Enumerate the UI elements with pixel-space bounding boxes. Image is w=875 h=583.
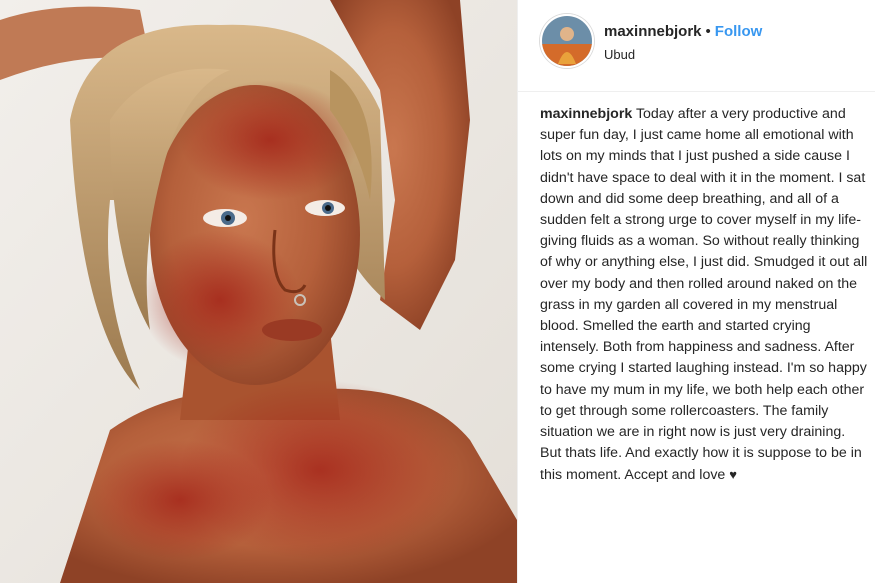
portrait-illustration	[0, 0, 517, 583]
location-link[interactable]: Ubud	[604, 47, 635, 62]
instagram-post: maxinnebjork • Follow Ubud maxinnebjork To…	[0, 0, 875, 583]
caption-username-link[interactable]: maxinnebjork	[540, 106, 632, 122]
heart-icon: ♥	[729, 467, 737, 483]
post-photo[interactable]	[0, 0, 517, 583]
post-sidebar: maxinnebjork • Follow Ubud maxinnebjork To…	[517, 0, 875, 583]
separator-dot: •	[705, 23, 711, 40]
header-user-line: maxinnebjork • Follow	[604, 23, 762, 40]
avatar[interactable]	[540, 14, 594, 68]
follow-button[interactable]: Follow	[715, 23, 763, 40]
post-caption: maxinnebjork Today after a very producti…	[540, 104, 870, 487]
post-header: maxinnebjork • Follow Ubud	[518, 0, 875, 92]
avatar-image	[542, 16, 592, 66]
caption-text: Today after a very productive and super …	[540, 106, 868, 484]
username-link[interactable]: maxinnebjork	[604, 23, 702, 40]
